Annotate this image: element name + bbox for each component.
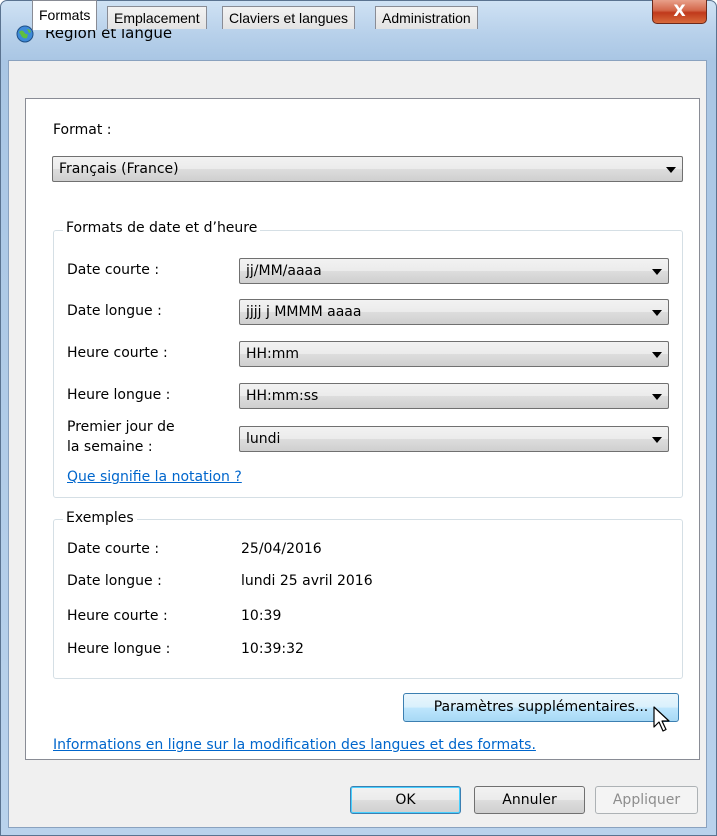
tab-formats[interactable]: Formats — [32, 0, 98, 30]
cancel-button[interactable]: Annuler — [474, 786, 585, 814]
short-date-select[interactable]: jj/MM/aaaa — [239, 258, 669, 284]
chevron-down-icon — [666, 167, 676, 173]
first-day-select[interactable]: lundi — [239, 426, 669, 452]
chevron-down-icon — [652, 394, 662, 400]
first-day-select-value: lundi — [246, 431, 281, 447]
chevron-down-icon — [652, 352, 662, 358]
short-time-select-value: HH:mm — [246, 346, 300, 362]
additional-settings-button[interactable]: Paramètres supplémentaires... — [403, 693, 679, 722]
long-date-select[interactable]: jjjj j MMMM aaaa — [239, 299, 669, 325]
example-short-time-label: Heure courte : — [67, 608, 168, 624]
notation-help-link[interactable]: Que signifie la notation ? — [67, 469, 242, 485]
examples-group-legend: Exemples — [63, 510, 137, 526]
format-label: Format : — [53, 122, 112, 138]
long-time-select-value: HH:mm:ss — [246, 388, 319, 404]
short-time-label: Heure courte : — [67, 345, 168, 361]
format-select[interactable]: Français (France) — [52, 156, 683, 182]
first-day-label-line2: la semaine : — [67, 439, 153, 455]
long-time-label: Heure longue : — [67, 387, 171, 403]
long-date-select-value: jjjj j MMMM aaaa — [246, 304, 362, 320]
example-short-time-value: 10:39 — [241, 608, 282, 624]
short-date-select-value: jj/MM/aaaa — [246, 263, 322, 279]
format-select-value: Français (France) — [59, 161, 179, 177]
long-date-label: Date longue : — [67, 303, 162, 319]
tab-administration[interactable]: Administration — [375, 6, 478, 29]
tab-claviers-et-langues[interactable]: Claviers et langues — [222, 6, 356, 29]
tab-emplacement[interactable]: Emplacement — [107, 6, 207, 29]
example-long-date-label: Date longue : — [67, 573, 162, 589]
date-time-group-legend: Formats de date et d’heure — [63, 220, 261, 236]
apply-button[interactable]: Appliquer — [595, 786, 698, 814]
chevron-down-icon — [652, 310, 662, 316]
example-long-time-value: 10:39:32 — [241, 641, 304, 657]
example-long-time-label: Heure longue : — [67, 641, 171, 657]
chevron-down-icon — [652, 437, 662, 443]
mouse-pointer-icon — [653, 706, 670, 732]
example-short-date-value: 25/04/2016 — [241, 541, 322, 557]
example-short-date-label: Date courte : — [67, 541, 160, 557]
short-date-label: Date courte : — [67, 262, 160, 278]
example-long-date-value: lundi 25 avril 2016 — [241, 573, 373, 589]
chevron-down-icon — [652, 269, 662, 275]
close-button[interactable]: X — [652, 0, 707, 24]
online-info-link[interactable]: Informations en ligne sur la modificatio… — [53, 737, 536, 753]
first-day-label-line1: Premier jour de — [67, 419, 175, 435]
short-time-select[interactable]: HH:mm — [239, 341, 669, 367]
ok-button[interactable]: OK — [350, 786, 461, 814]
long-time-select[interactable]: HH:mm:ss — [239, 383, 669, 409]
